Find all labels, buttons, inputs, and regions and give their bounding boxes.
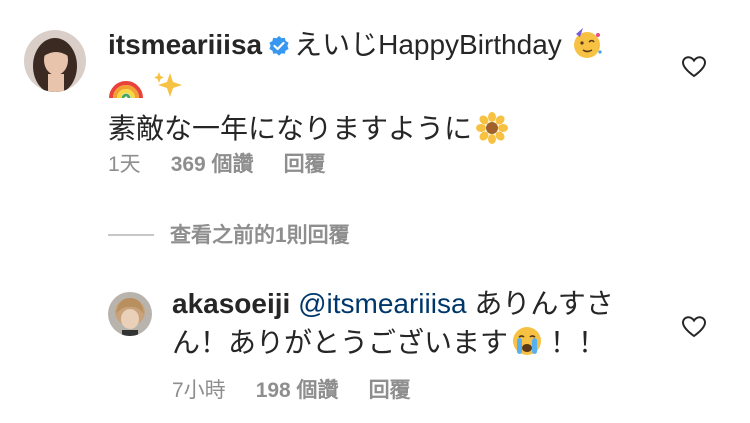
comment-text: ありんすさ	[474, 288, 614, 319]
comment-text-end: ！！	[550, 327, 607, 358]
verified-badge-icon	[268, 30, 290, 66]
comment-line-2: ん！ありがとうございます ！！	[172, 324, 614, 367]
sunflower-emoji	[476, 112, 509, 153]
mention-link[interactable]: @itsmeariiisa	[298, 288, 466, 319]
rainbow-emoji	[108, 70, 144, 109]
like-count[interactable]: 369 個讚	[171, 153, 254, 176]
heart-icon[interactable]	[681, 56, 707, 83]
sparkles-emoji	[152, 70, 184, 109]
comment-itsmeariiisa: itsmeariiisa えいじHappyBirthday 素敵な一年になりますよ…	[108, 26, 604, 153]
comment-time: 1天	[108, 153, 141, 176]
comment-time: 7小時	[172, 379, 226, 402]
comment-line-1: akasoeiji @itsmeariiisa ありんすさ	[172, 286, 614, 322]
comment-akasoeiji: akasoeiji @itsmeariiisa ありんすさ ん！ありがとうござい…	[172, 286, 614, 367]
party-face-emoji	[570, 26, 604, 69]
avatar-itsmeariiisa[interactable]	[24, 30, 86, 92]
divider-line	[108, 234, 154, 236]
heart-icon[interactable]	[681, 316, 707, 343]
reply-button[interactable]: 回覆	[284, 153, 326, 176]
like-count[interactable]: 198 個讚	[256, 379, 339, 402]
username[interactable]: itsmeariiisa	[108, 29, 262, 60]
comment-text-2: 素敵な一年になりますように	[108, 113, 473, 144]
reply-button[interactable]: 回覆	[369, 379, 411, 402]
comment-text-2: ん！ありがとうございます	[172, 327, 509, 358]
username[interactable]: akasoeiji	[172, 288, 290, 319]
view-more-replies[interactable]: 查看之前的1則回覆	[108, 219, 350, 249]
comment-meta-2: 7小時 198 個讚 回覆	[172, 374, 441, 404]
crying-face-emoji	[510, 324, 544, 367]
comment-meta-1: 1天 369 個讚 回覆	[108, 148, 356, 178]
comment-text: えいじHappyBirthday	[294, 29, 562, 60]
view-more-label[interactable]: 查看之前的1則回覆	[170, 224, 350, 247]
comment-line-3: 素敵な一年になりますように	[108, 111, 604, 153]
comment-line-2	[108, 67, 604, 109]
avatar-akasoeiji[interactable]	[108, 292, 152, 336]
comment-line-1: itsmeariiisa えいじHappyBirthday	[108, 26, 604, 69]
